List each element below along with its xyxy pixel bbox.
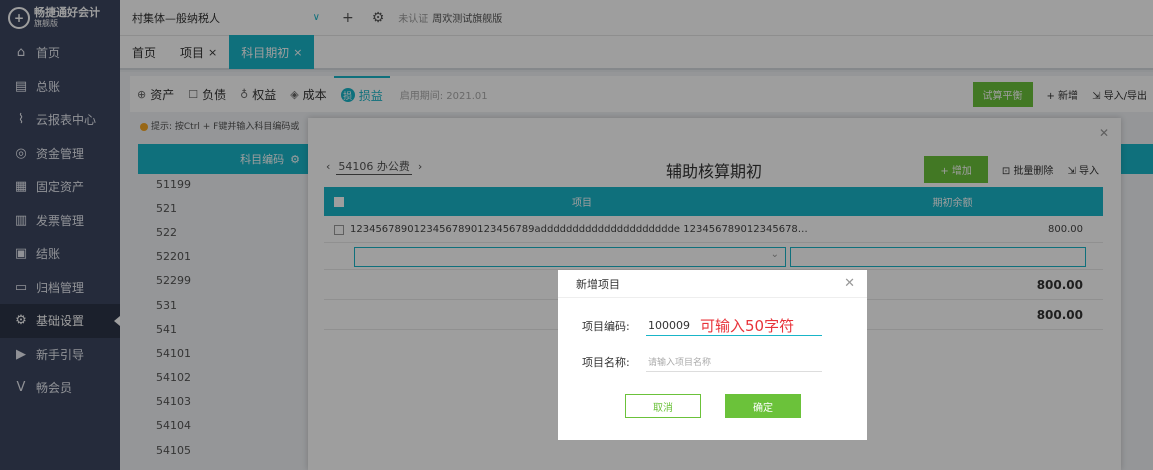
item-name-input[interactable]: 请输入项目名称 xyxy=(646,352,822,372)
item-name-field: 项目名称: 请输入项目名称 xyxy=(582,352,822,372)
item-name-placeholder: 请输入项目名称 xyxy=(648,358,712,368)
close-icon[interactable]: ✕ xyxy=(844,276,855,291)
confirm-button[interactable]: 确定 xyxy=(725,394,801,418)
item-code-input[interactable]: 100009 可输入50字符 xyxy=(646,316,822,336)
modal-title: 新增项目 xyxy=(576,277,620,291)
item-code-field: 项目编码: 100009 可输入50字符 xyxy=(582,316,822,336)
item-code-value: 100009 xyxy=(648,319,690,332)
cancel-button[interactable]: 取消 xyxy=(625,394,701,418)
new-item-modal: 新增项目 ✕ 项目编码: 100009 可输入50字符 项目名称: 请输入项目名… xyxy=(558,270,867,440)
item-code-hint: 可输入50字符 xyxy=(700,317,795,335)
item-code-label: 项目编码: xyxy=(582,320,630,333)
item-name-label: 项目名称: xyxy=(582,356,630,369)
